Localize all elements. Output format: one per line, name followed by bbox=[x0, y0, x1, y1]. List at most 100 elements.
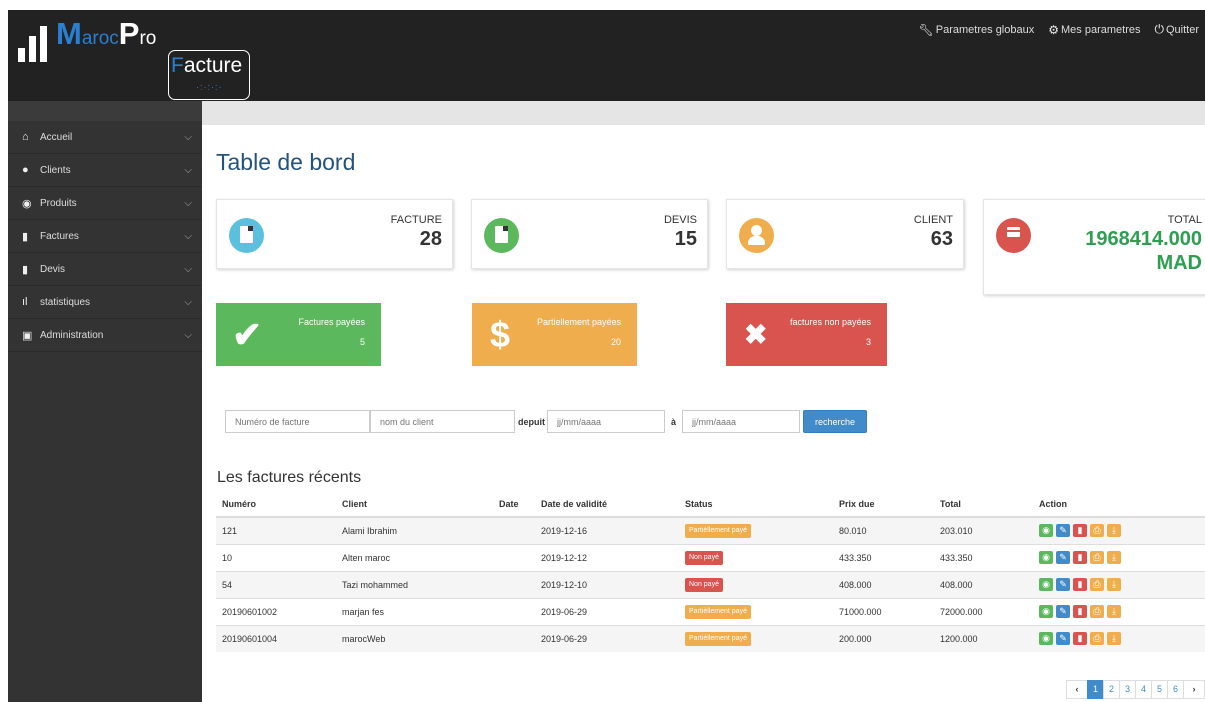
download-button[interactable]: ⤓ bbox=[1107, 524, 1121, 538]
col-client[interactable]: Client bbox=[336, 491, 493, 518]
cell-client: Alten maroc bbox=[336, 543, 493, 571]
devis-value: 15 bbox=[674, 228, 697, 250]
pencil-button[interactable]: ✎ bbox=[1056, 632, 1070, 646]
print-button[interactable]: ⎙ bbox=[1090, 578, 1104, 591]
col-total[interactable]: Total bbox=[934, 491, 1033, 518]
sidebar-item-clients[interactable]: ● Clients ⌵ bbox=[8, 154, 202, 187]
table-row[interactable]: 20190601004 marocWeb 2019-06-29 Partièlleme… bbox=[216, 624, 1205, 652]
sidebar-item-administration[interactable]: ▣ Administration ⌵ bbox=[8, 319, 202, 352]
cell-prix-due: 408.000 bbox=[833, 570, 934, 598]
search-button[interactable]: recherche bbox=[803, 410, 868, 433]
sidebar-item-factures[interactable]: ▮ Factures ⌵ bbox=[8, 220, 202, 253]
pagination-page-3[interactable]: 3 bbox=[1119, 680, 1136, 699]
eye-button[interactable]: ◉ bbox=[1039, 551, 1053, 564]
wallet-icon bbox=[996, 218, 1031, 253]
pencil-button[interactable]: ✎ bbox=[1056, 605, 1070, 618]
trash-button[interactable]: ▮ bbox=[1073, 551, 1087, 564]
trash-button[interactable]: ▮ bbox=[1073, 632, 1087, 646]
pencil-button[interactable]: ✎ bbox=[1056, 578, 1070, 591]
download-button[interactable]: ⤓ bbox=[1107, 632, 1121, 646]
status-badge: Partièllement payé bbox=[685, 523, 751, 538]
eye-icon: ◉ bbox=[1042, 552, 1050, 562]
download-button[interactable]: ⤓ bbox=[1107, 551, 1121, 564]
col-validite[interactable]: Date de validité bbox=[535, 491, 679, 518]
cell-prix-due: 433.350 bbox=[833, 543, 934, 571]
row-actions: ◉ ✎ ▮ ⎙ ⤓ bbox=[1039, 551, 1199, 564]
print-button[interactable]: ⎙ bbox=[1090, 632, 1104, 646]
sidebar-item-statistiques[interactable]: ıl statistiques ⌵ bbox=[8, 286, 202, 319]
dollar-icon: $ bbox=[490, 314, 511, 355]
pagination-prev-button[interactable]: ‹ bbox=[1066, 680, 1088, 699]
trash-button[interactable]: ▮ bbox=[1073, 605, 1087, 618]
trash-icon: ▮ bbox=[1077, 633, 1083, 644]
my-settings-link[interactable]: ⚙ Mes parametres bbox=[1048, 22, 1140, 37]
brand-name: MarocPro bbox=[56, 16, 157, 51]
date-to-input[interactable] bbox=[682, 410, 801, 433]
devis-icon bbox=[484, 218, 519, 253]
pagination-page-4[interactable]: 4 bbox=[1135, 680, 1152, 699]
print-button[interactable]: ⎙ bbox=[1090, 605, 1104, 618]
cell-validite: 2019-12-16 bbox=[535, 516, 679, 544]
col-date[interactable]: Date bbox=[493, 491, 535, 518]
pencil-button[interactable]: ✎ bbox=[1056, 551, 1070, 564]
pagination-page-6[interactable]: 6 bbox=[1167, 680, 1184, 699]
eye-button[interactable]: ◉ bbox=[1039, 632, 1053, 646]
pencil-button[interactable]: ✎ bbox=[1056, 524, 1070, 538]
download-button[interactable]: ⤓ bbox=[1107, 578, 1121, 591]
download-button[interactable]: ⤓ bbox=[1107, 605, 1121, 618]
table-row[interactable]: 20190601002 marjan fes 2019-06-29 Partièlle… bbox=[216, 597, 1205, 625]
chevron-down-icon: ⌵ bbox=[184, 329, 192, 341]
eye-icon: ◉ bbox=[1042, 525, 1050, 536]
trash-icon: ▮ bbox=[1077, 606, 1083, 616]
global-settings-link[interactable]: 🔧︎ Parametres globaux bbox=[919, 22, 1035, 37]
trash-icon: ▮ bbox=[1077, 552, 1083, 562]
print-button[interactable]: ⎙ bbox=[1090, 551, 1104, 564]
cell-numero: 54 bbox=[216, 570, 336, 598]
table-row[interactable]: 121 Alami Ibrahim 2019-12-16 Partièllement … bbox=[216, 516, 1205, 544]
eye-button[interactable]: ◉ bbox=[1039, 605, 1053, 618]
marocpro-logo[interactable]: MarocPro Facture ·:·:·:· bbox=[18, 16, 250, 100]
pagination-page-2[interactable]: 2 bbox=[1103, 680, 1120, 699]
cell-actions: ◉ ✎ ▮ ⎙ ⤓ bbox=[1033, 624, 1205, 652]
date-from-input[interactable] bbox=[547, 410, 665, 433]
col-action: Action bbox=[1033, 491, 1205, 518]
row-actions: ◉ ✎ ▮ ⎙ ⤓ bbox=[1039, 605, 1199, 618]
cell-validite: 2019-06-29 bbox=[535, 597, 679, 625]
col-status[interactable]: Status bbox=[679, 491, 833, 518]
cell-numero: 20190601002 bbox=[216, 597, 336, 625]
col-prix-due[interactable]: Prix due bbox=[833, 491, 934, 518]
eye-button[interactable]: ◉ bbox=[1039, 524, 1053, 538]
download-icon: ⤓ bbox=[1112, 525, 1116, 536]
cell-total: 203.010 bbox=[934, 516, 1033, 544]
pencil-icon: ✎ bbox=[1059, 579, 1067, 589]
factures-payees-box[interactable]: ✔ Factures payées 5 bbox=[216, 303, 381, 366]
trash-button[interactable]: ▮ bbox=[1073, 578, 1087, 591]
print-button[interactable]: ⎙ bbox=[1090, 524, 1104, 538]
cell-actions: ◉ ✎ ▮ ⎙ ⤓ bbox=[1033, 597, 1205, 625]
col-numero[interactable]: Numéro bbox=[216, 491, 336, 518]
print-icon: ⎙ bbox=[1093, 552, 1101, 562]
sidebar-item-devis[interactable]: ▮ Devis ⌵ bbox=[8, 253, 202, 286]
sidebar-item-produits[interactable]: ◉ Produits ⌵ bbox=[8, 187, 202, 220]
lock-icon: ▣ bbox=[22, 329, 33, 342]
partiellement-payees-box[interactable]: $ Partiellement payées 20 bbox=[472, 303, 637, 366]
cell-client: marocWeb bbox=[336, 624, 493, 652]
invoice-number-input[interactable] bbox=[225, 410, 370, 433]
factures-non-payees-box[interactable]: ✖ factures non payées 3 bbox=[726, 303, 887, 366]
client-name-input[interactable] bbox=[370, 410, 515, 433]
sidebar-item-accueil[interactable]: ⌂ Accueil ⌵ bbox=[8, 121, 202, 154]
chevron-down-icon: ⌵ bbox=[184, 263, 192, 275]
logout-link[interactable]: ⏻ Quitter bbox=[1154, 22, 1199, 37]
pagination-page-5[interactable]: 5 bbox=[1151, 680, 1168, 699]
eye-button[interactable]: ◉ bbox=[1039, 578, 1053, 591]
trash-button[interactable]: ▮ bbox=[1073, 524, 1087, 538]
pagination-page-1[interactable]: 1 bbox=[1087, 680, 1104, 699]
table-row[interactable]: 54 Tazi mohammed 2019-12-10 Non payé 408.000… bbox=[216, 570, 1205, 598]
devis-label: DEVIS bbox=[663, 214, 697, 226]
power-icon: ⏻ bbox=[1154, 22, 1164, 36]
trash-icon: ▮ bbox=[1077, 525, 1083, 536]
client-label: CLIENT bbox=[913, 214, 953, 226]
page-title: Table de bord bbox=[216, 149, 356, 175]
pagination-next-button[interactable]: › bbox=[1183, 680, 1205, 699]
table-row[interactable]: 10 Alten maroc 2019-12-12 Non payé 433.350 43… bbox=[216, 543, 1205, 571]
